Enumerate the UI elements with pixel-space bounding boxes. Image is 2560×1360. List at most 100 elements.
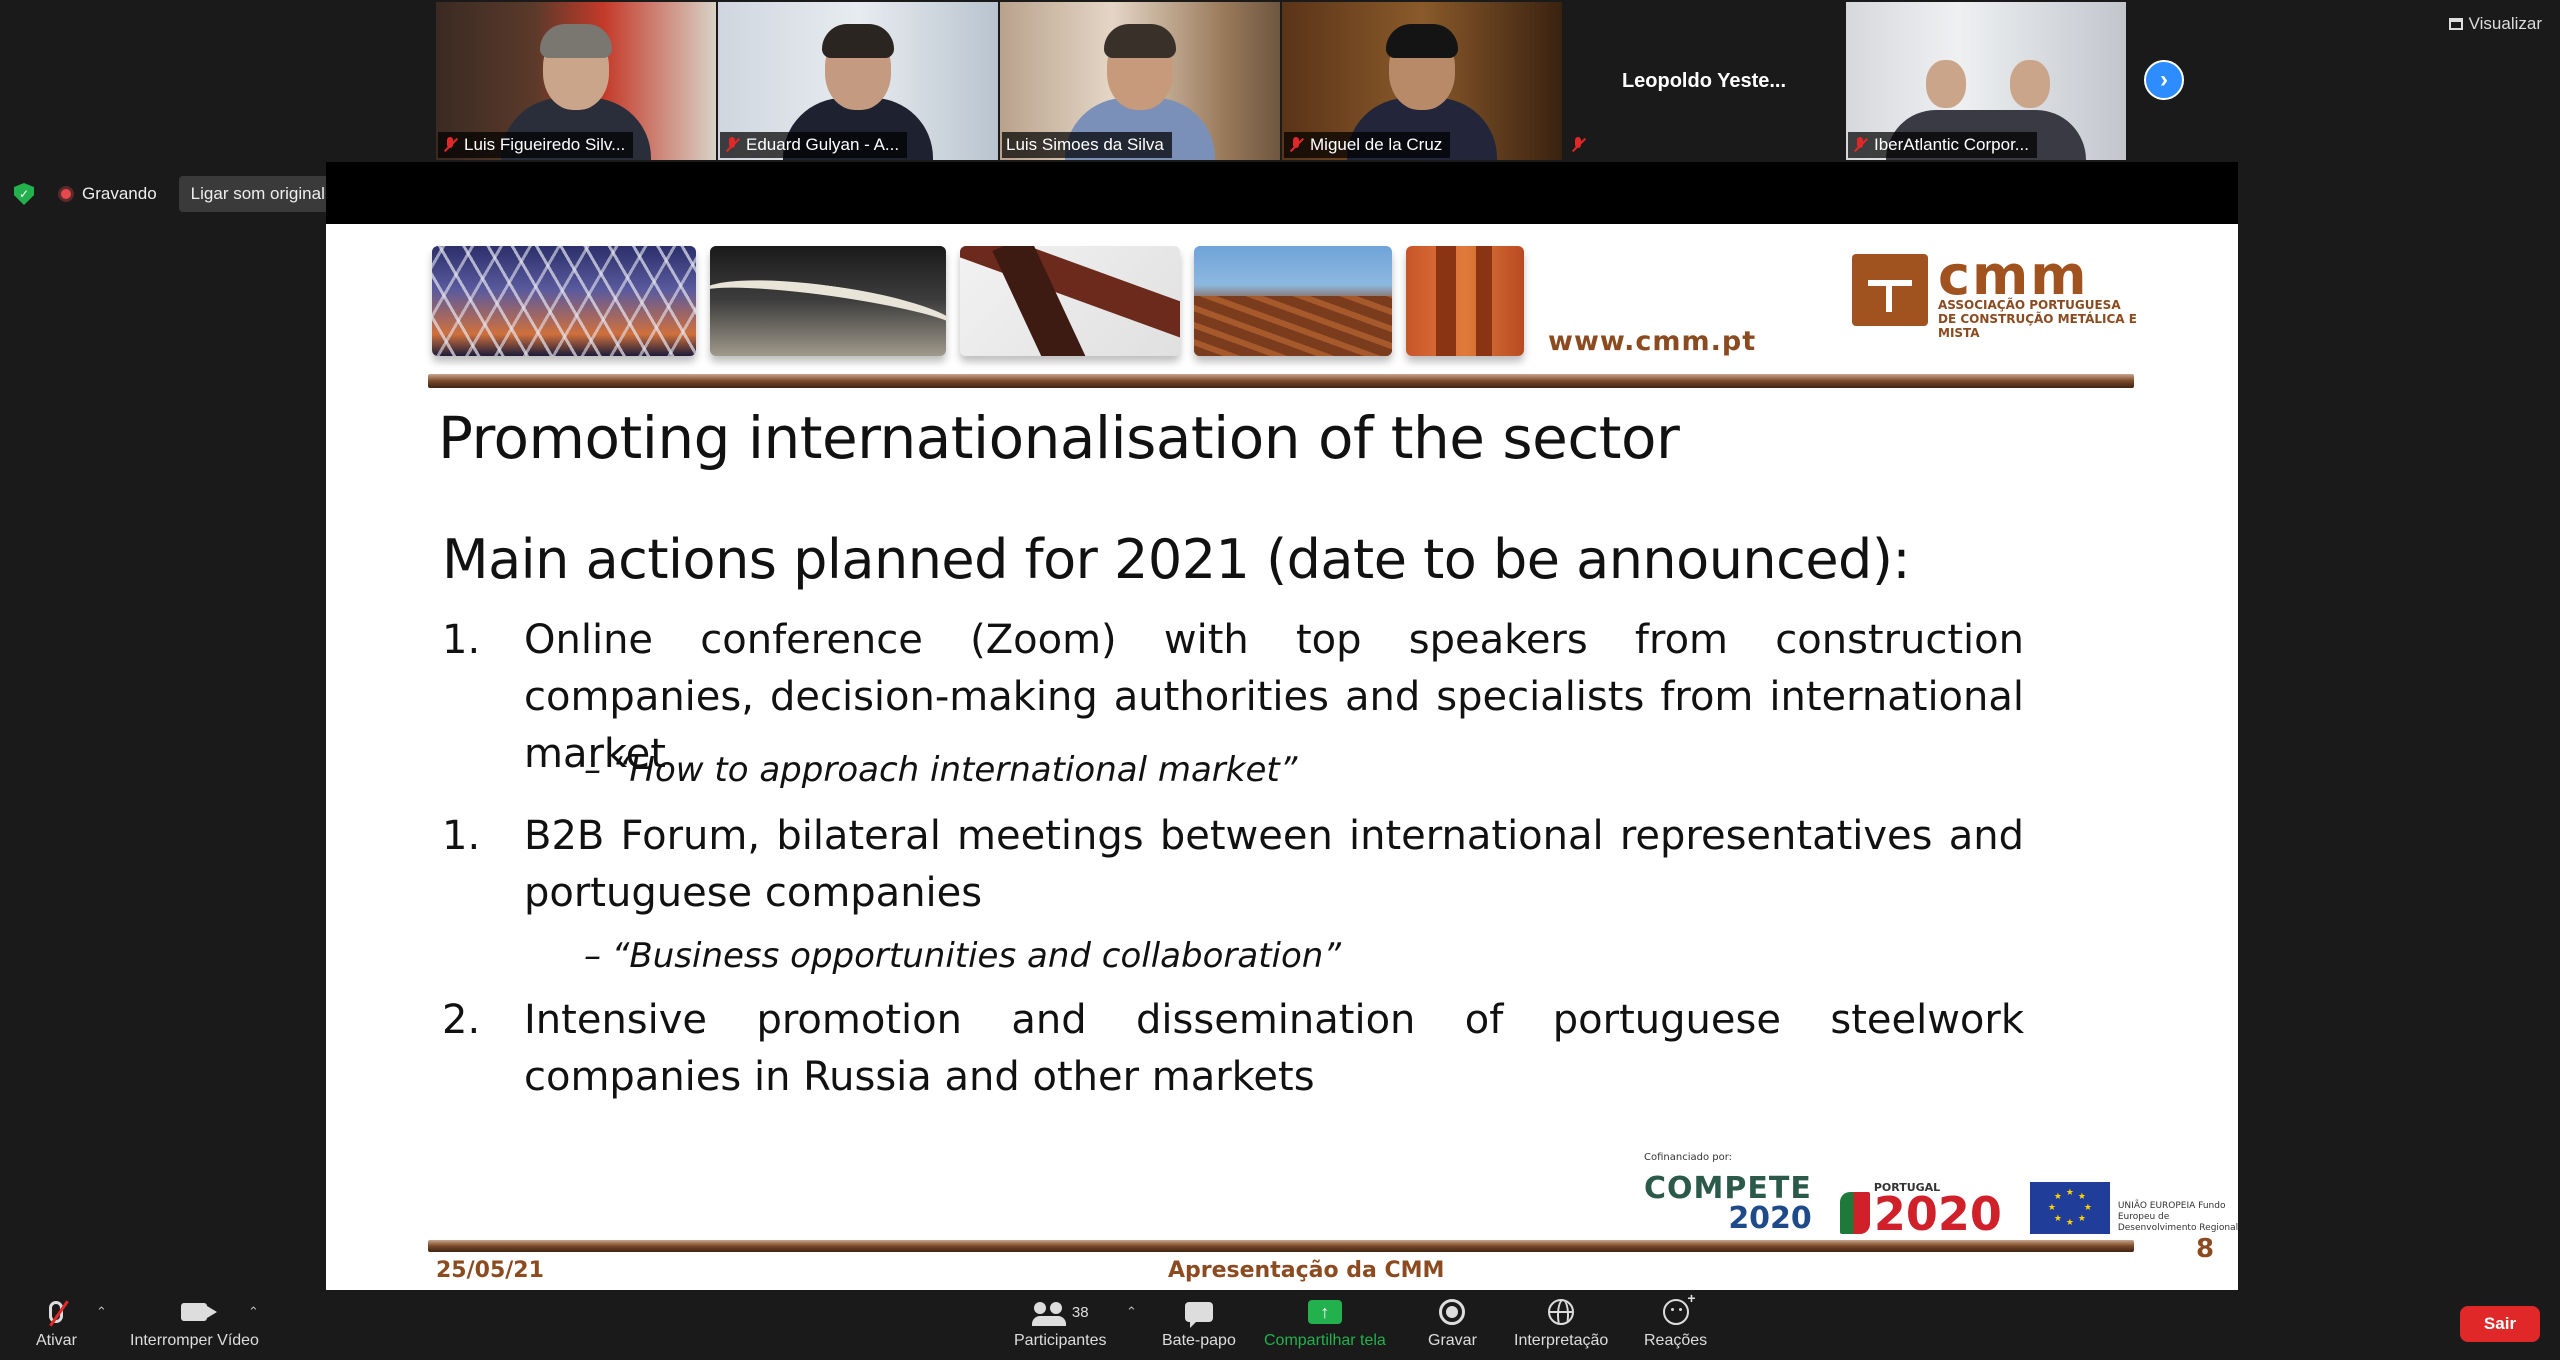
share-screen-label: Compartilhar tela — [1264, 1332, 1386, 1349]
participant-name: IberAtlantic Corpor... — [1874, 135, 2029, 154]
cmm-logo: cmm ASSOCIAÇÃO PORTUGUESA DE CONSTRUÇÃO … — [1852, 244, 2138, 340]
video-tile-2[interactable]: Eduard Gulyan - A... — [718, 2, 998, 160]
footer-title: Apresentação da CMM — [1168, 1258, 1445, 1283]
reaction-smiley-icon — [1662, 1290, 1696, 1325]
nameplate: Luis Simoes da Silva — [1002, 132, 1172, 158]
page-number: 8 — [2196, 1234, 2215, 1264]
eu-logo: ★ ★ ★ ★ ★ ★ ★ ★ UNIÃO EUROPEIA Fundo Europeu … — [2029, 1182, 2238, 1234]
original-sound-button[interactable]: Ligar som original — [178, 176, 337, 212]
globe-icon — [1548, 1299, 1575, 1325]
slide-title: Promoting internationalisation of the se… — [438, 404, 1680, 472]
participant-name: Luis Figueiredo Silv... — [464, 135, 626, 154]
nameplate: IberAtlantic Corpor... — [1848, 132, 2037, 158]
video-strip: Luis Figueiredo Silv... Eduard Gulyan - … — [436, 2, 2128, 160]
participants-options-chevron-icon[interactable]: ⌃ — [1126, 1304, 1137, 1320]
mic-muted-icon — [1852, 136, 1868, 154]
cmm-logo-mark-icon — [1852, 254, 1928, 326]
video-tile-1[interactable]: Luis Figueiredo Silv... — [436, 2, 716, 160]
mic-muted-icon — [1570, 136, 1586, 154]
participants-label: Participantes — [1014, 1332, 1107, 1349]
weathering-steel-photo — [1406, 246, 1524, 356]
nameplate — [1566, 132, 1594, 158]
chevron-right-icon: › — [2160, 66, 2168, 93]
participants-count: 38 — [1071, 1303, 1089, 1321]
recording-indicator[interactable]: Gravando — [58, 184, 157, 204]
interpretation-button[interactable]: Interpretação — [1514, 1298, 1608, 1350]
video-tile-3-active-speaker[interactable]: Luis Simoes da Silva — [1000, 2, 1280, 160]
next-page-button[interactable]: › — [2144, 60, 2184, 100]
item-subpoint: – “Business opportunities and collaborat… — [584, 936, 1341, 976]
record-icon — [1439, 1299, 1466, 1325]
view-button[interactable]: Visualizar — [2448, 14, 2542, 34]
recording-label: Gravando — [82, 184, 157, 203]
audio-options-chevron-icon[interactable]: ⌃ — [96, 1304, 107, 1320]
footbridge-photo — [710, 246, 946, 356]
recording-bar: ✓ Gravando Ligar som original ▾ — [14, 176, 359, 212]
video-tile-4[interactable]: Miguel de la Cruz — [1282, 2, 1562, 160]
portugal-flag-icon — [1839, 1192, 1870, 1234]
action-item: 1. B2B Forum, bilateral meetings between… — [442, 808, 2042, 922]
camera-icon — [181, 1303, 218, 1321]
item-text: Intensive promotion and dissemination of… — [524, 997, 2024, 1100]
participant-name: Eduard Gulyan - A... — [746, 135, 900, 154]
item-number: 1. — [442, 617, 481, 663]
eu-text: UNIÃO EUROPEIA Fundo Europeu de Desenvol… — [2117, 1201, 2238, 1233]
compete-word: COMPETE — [1644, 1171, 1812, 1206]
cmm-logo-name: cmm — [1938, 244, 2089, 307]
meeting-toolbar: Ativar ⌃ Interromper Vídeo ⌃ 38 Particip… — [0, 1290, 2560, 1360]
eu-flag-icon: ★ ★ ★ ★ ★ ★ ★ ★ — [2029, 1182, 2110, 1234]
item-text: B2B Forum, bilateral meetings between in… — [524, 813, 2024, 916]
leave-meeting-button[interactable]: Sair — [2460, 1306, 2540, 1342]
recording-dot-icon — [58, 186, 74, 202]
portugal-year: 2020 — [1873, 1187, 2002, 1241]
portugal-2020-logo: PORTUGAL 2020 — [1839, 1181, 2002, 1241]
cmm-logo-tagline: ASSOCIAÇÃO PORTUGUESA DE CONSTRUÇÃO METÁ… — [1938, 298, 2137, 340]
nameplate: Miguel de la Cruz — [1284, 132, 1451, 158]
action-item: 2. Intensive promotion and dissemination… — [442, 992, 2042, 1106]
record-label: Gravar — [1428, 1332, 1477, 1349]
share-screen-button[interactable]: ↑ Compartilhar tela — [1264, 1298, 1386, 1350]
record-button[interactable]: Gravar — [1428, 1298, 1477, 1350]
steel-roof-photo — [1194, 246, 1392, 356]
mic-muted-icon — [1288, 136, 1304, 154]
reactions-label: Reações — [1644, 1332, 1708, 1349]
reactions-button[interactable]: Reações — [1644, 1290, 1708, 1350]
nameplate: Luis Figueiredo Silv... — [438, 132, 634, 158]
video-options-chevron-icon[interactable]: ⌃ — [248, 1304, 259, 1320]
participants-icon — [1031, 1300, 1066, 1326]
mic-muted-icon — [724, 136, 740, 154]
cofinanced-label: Cofinanciado por: — [1644, 1152, 1733, 1163]
participant-name: Miguel de la Cruz — [1310, 135, 1443, 154]
footer-date: 25/05/21 — [436, 1258, 544, 1283]
video-tile-5-no-video[interactable]: Leopoldo Yeste... — [1564, 2, 1844, 160]
header-photos — [432, 246, 1524, 356]
security-shield-icon[interactable]: ✓ — [14, 183, 34, 205]
item-number: 2. — [442, 997, 481, 1043]
view-label: Visualizar — [2468, 14, 2542, 33]
view-grid-icon — [2448, 18, 2463, 30]
website-text: www.cmm.pt — [1548, 326, 1757, 357]
chat-button[interactable]: Bate-papo — [1162, 1298, 1236, 1350]
shared-screen-top-bar — [326, 162, 2238, 224]
stop-video-label: Interromper Vídeo — [130, 1332, 259, 1349]
footer-divider — [428, 1240, 2134, 1252]
compete-year: 2020 — [1728, 1201, 1812, 1236]
interpretation-label: Interpretação — [1514, 1332, 1609, 1349]
stop-video-button[interactable]: Interromper Vídeo — [130, 1298, 259, 1350]
item-subpoint: – “How to approach international market” — [584, 750, 1298, 790]
bridge-photo — [432, 246, 696, 356]
funding-logos: COMPETE 2020 PORTUGAL 2020 ★ ★ ★ ★ ★ ★ ★ ★ UN… — [1644, 1174, 2238, 1241]
video-tile-6[interactable]: IberAtlantic Corpor... — [1846, 2, 2126, 160]
header-divider — [428, 374, 2134, 388]
compete-2020-logo: COMPETE 2020 — [1644, 1174, 1812, 1234]
shared-slide: www.cmm.pt cmm ASSOCIAÇÃO PORTUGUESA DE … — [326, 224, 2238, 1290]
participants-button[interactable]: 38 Participantes — [1014, 1298, 1107, 1350]
unmute-label: Ativar — [36, 1332, 77, 1349]
participant-name: Leopoldo Yeste... — [1621, 69, 1787, 92]
slide-subtitle: Main actions planned for 2021 (date to b… — [442, 528, 1911, 591]
share-screen-icon: ↑ — [1307, 1300, 1342, 1324]
chat-icon — [1184, 1302, 1213, 1328]
mic-muted-icon — [49, 1301, 64, 1323]
unmute-button[interactable]: Ativar — [36, 1298, 77, 1350]
steel-beam-photo — [960, 246, 1180, 356]
